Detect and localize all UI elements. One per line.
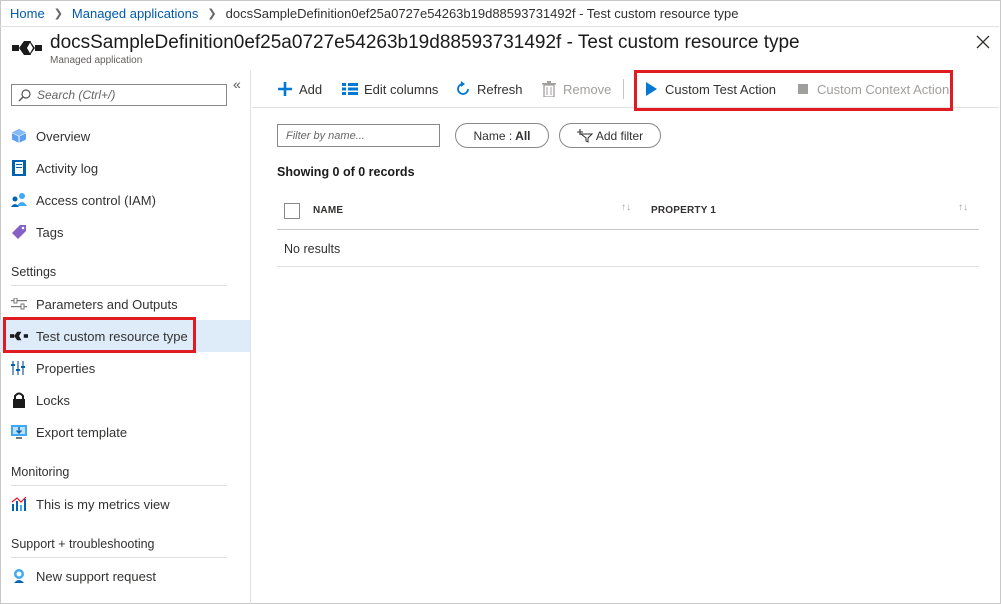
select-all-checkbox[interactable]	[284, 203, 300, 219]
add-button[interactable]: Add	[276, 70, 322, 108]
sidebar-item-label: Tags	[36, 224, 64, 240]
sidebar-item-metrics-view[interactable]: This is my metrics view	[0, 488, 250, 520]
close-icon[interactable]	[975, 34, 991, 50]
sort-arrows-icon[interactable]: ↑↓	[958, 202, 968, 213]
export-icon	[10, 423, 28, 441]
table-header: NAME ↑↓ PROPERTY 1 ↑↓	[277, 192, 979, 230]
support-icon	[10, 567, 28, 585]
plus-icon	[276, 80, 294, 98]
tag-icon	[10, 223, 28, 241]
sidebar-item-label: This is my metrics view	[36, 496, 170, 512]
sidebar-item-label: Parameters and Outputs	[36, 296, 178, 312]
highlight-box-actions	[634, 70, 953, 111]
refresh-label: Refresh	[477, 81, 523, 97]
page-header: docsSampleDefinition0ef25a0727e54263b19d…	[0, 28, 999, 70]
toolbar-divider	[623, 79, 624, 99]
add-filter-label: Add filter	[595, 128, 644, 143]
breadcrumb-managed-applications-link[interactable]: Managed applications	[72, 6, 198, 21]
sidebar-item-label: Locks	[36, 392, 70, 408]
section-support: Support + troubleshooting	[11, 537, 227, 558]
sidebar-item-activity-log[interactable]: Activity log	[0, 152, 250, 184]
column-header-property-1[interactable]: PROPERTY 1	[651, 205, 716, 216]
properties-icon	[10, 359, 28, 377]
name-filter-label: Name :	[473, 128, 513, 143]
people-icon	[10, 191, 28, 209]
columns-icon	[341, 80, 359, 98]
edit-columns-button[interactable]: Edit columns	[341, 70, 438, 108]
refresh-icon	[454, 80, 472, 98]
sidebar-item-label: Activity log	[36, 160, 99, 176]
sidebar-item-properties[interactable]: Properties	[0, 352, 250, 384]
sidebar-item-new-support-request[interactable]: New support request	[0, 560, 250, 592]
activity-log-icon	[10, 159, 28, 177]
empty-state: No results	[277, 231, 979, 267]
search-input[interactable]	[37, 88, 217, 102]
sidebar-item-label: Overview	[36, 128, 91, 144]
lock-icon	[10, 391, 28, 409]
remove-button[interactable]: Remove	[540, 70, 611, 108]
highlight-box-sidebar	[3, 317, 196, 353]
sidebar-item-parameters-outputs[interactable]: Parameters and Outputs	[0, 288, 250, 320]
managed-app-icon	[12, 41, 42, 55]
chevron-right-icon: ❯	[207, 7, 217, 20]
section-monitoring: Monitoring	[11, 465, 227, 486]
sidebar-item-export-template[interactable]: Export template	[0, 416, 250, 448]
sidebar-item-label: Properties	[36, 360, 96, 376]
collapse-sidebar-icon[interactable]: «	[233, 76, 241, 92]
edit-columns-label: Edit columns	[364, 81, 439, 97]
add-filter-button[interactable]: Add filter	[559, 123, 661, 148]
page-subtitle: Managed application	[50, 55, 143, 66]
sidebar-item-label: Export template	[36, 424, 128, 440]
sidebar-item-access-control[interactable]: Access control (IAM)	[0, 184, 250, 216]
trash-icon	[540, 80, 558, 98]
refresh-button[interactable]: Refresh	[454, 70, 523, 108]
sort-arrows-icon[interactable]: ↑↓	[621, 202, 631, 213]
sidebar-search	[11, 84, 227, 106]
metrics-icon	[10, 495, 28, 513]
remove-label: Remove	[563, 81, 612, 97]
parameters-icon	[10, 295, 28, 313]
breadcrumb-home-link[interactable]: Home	[10, 6, 45, 21]
records-count: Showing 0 of 0 records	[277, 165, 415, 179]
column-header-name[interactable]: NAME	[313, 205, 343, 216]
breadcrumb: Home ❯ Managed applications ❯ docsSample…	[0, 0, 999, 27]
breadcrumb-current: docsSampleDefinition0ef25a0727e54263b19d…	[225, 5, 739, 21]
add-filter-icon	[576, 128, 593, 143]
sidebar-item-label: Access control (IAM)	[36, 192, 156, 208]
name-filter-value: All	[515, 128, 531, 143]
search-icon	[18, 88, 31, 101]
name-filter-pill[interactable]: Name : All	[455, 123, 549, 148]
filter-by-name-input[interactable]	[277, 124, 440, 147]
chevron-right-icon: ❯	[53, 7, 63, 20]
sidebar-item-overview[interactable]: Overview	[0, 120, 250, 152]
sidebar-item-locks[interactable]: Locks	[0, 384, 250, 416]
page-title: docsSampleDefinition0ef25a0727e54263b19d…	[50, 32, 800, 53]
add-label: Add	[299, 81, 323, 97]
cube-icon	[10, 127, 28, 145]
section-settings: Settings	[11, 265, 227, 286]
sidebar-item-tags[interactable]: Tags	[0, 216, 250, 248]
sidebar-item-label: New support request	[36, 568, 156, 584]
